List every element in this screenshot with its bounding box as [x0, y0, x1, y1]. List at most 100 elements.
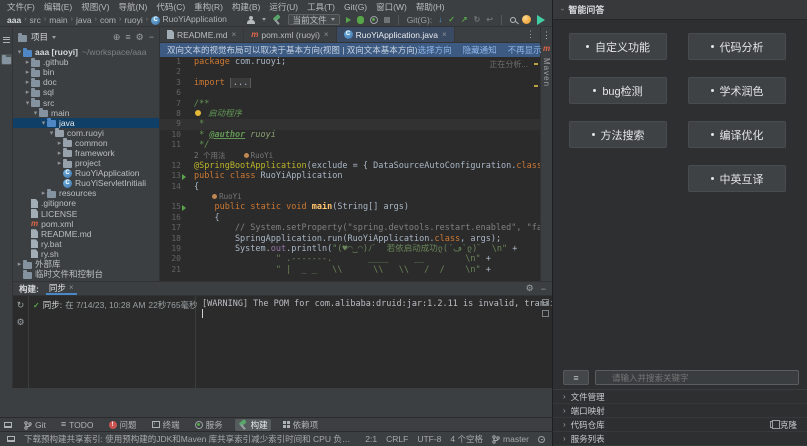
toolwindow-button-终端[interactable]: ›终端: [149, 419, 183, 431]
refresh-icon[interactable]: ↻: [17, 300, 25, 311]
tree-item[interactable]: ▸project: [13, 158, 159, 168]
run-button[interactable]: [346, 17, 351, 23]
settings-icon[interactable]: ⚙: [16, 317, 24, 328]
tree-item[interactable]: LICENSE: [13, 209, 159, 219]
tree-chevron-icon[interactable]: ▸: [56, 139, 63, 147]
run-gutter-icon[interactable]: [182, 174, 186, 180]
stop-button[interactable]: [384, 17, 390, 23]
assistant-button[interactable]: 编译优化: [688, 121, 786, 148]
assistant-button[interactable]: bug检测: [569, 77, 667, 104]
tree-item[interactable]: ▸doc: [13, 77, 159, 87]
breadcrumb-item[interactable]: main: [49, 15, 67, 25]
tree-item[interactable]: ▸sql: [13, 87, 159, 97]
build-status-row[interactable]: ✓ 同步: 在 7/14/23, 10:28 AM 22秒765毫秒: [33, 299, 191, 311]
tree-item[interactable]: ▾main: [13, 108, 159, 118]
coverage-button[interactable]: [370, 16, 378, 24]
tree-item[interactable]: ▾java: [13, 118, 159, 128]
menu-item[interactable]: 构建(B): [232, 1, 260, 13]
line-ending-widget[interactable]: CRLF: [386, 434, 408, 444]
tree-chevron-icon[interactable]: ▸: [24, 58, 31, 66]
encoding-widget[interactable]: UTF-8: [417, 434, 441, 444]
menu-item[interactable]: 工具(T): [307, 1, 335, 13]
tree-chevron-icon[interactable]: ▾: [40, 119, 47, 127]
close-icon[interactable]: ×: [324, 30, 329, 39]
assistant-button[interactable]: 代码分析: [688, 33, 786, 60]
tree-chevron-icon[interactable]: ▸: [56, 149, 63, 157]
tree-chevron-icon[interactable]: ▸: [40, 189, 47, 197]
assistant-section[interactable]: ›服务列表: [553, 432, 807, 446]
tree-item[interactable]: 临时文件和控制台: [13, 269, 159, 279]
tree-item[interactable]: ▸common: [13, 138, 159, 148]
tree-item[interactable]: ry.bat: [13, 239, 159, 249]
soft-wrap-icon[interactable]: [542, 299, 549, 306]
hide-toolwindow-icon[interactable]: −: [149, 32, 154, 42]
close-icon[interactable]: ×: [232, 30, 237, 39]
assistant-button[interactable]: 自定义功能: [569, 33, 667, 60]
assistant-section[interactable]: ›文件管理: [553, 390, 807, 404]
intention-bulb-icon[interactable]: [195, 110, 201, 116]
maven-icon[interactable]: m: [543, 45, 550, 53]
git-update-icon[interactable]: ↓: [438, 15, 442, 24]
tree-chevron-icon[interactable]: ▸: [24, 68, 31, 76]
toolwindow-button-问题[interactable]: !问题: [106, 419, 140, 431]
tree-item[interactable]: ▾aaa [ruoyi]~/workspace/aaa: [13, 47, 159, 57]
assistant-button[interactable]: 方法搜索: [569, 121, 667, 148]
git-commit-icon[interactable]: ✓: [448, 15, 455, 24]
toolwindow-button-git[interactable]: Git: [21, 419, 49, 431]
tree-chevron-icon[interactable]: ▾: [24, 99, 31, 107]
editor-tab[interactable]: mpom.xml (ruoyi)×: [244, 27, 336, 42]
tree-item[interactable]: ▸.github: [13, 57, 159, 67]
menu-item[interactable]: 视图(V): [81, 1, 109, 13]
assistant-button[interactable]: 中英互译: [688, 165, 786, 192]
breadcrumb-item[interactable]: aaa: [7, 15, 21, 25]
tree-chevron-icon[interactable]: ▾: [32, 109, 39, 117]
tree-chevron-icon[interactable]: ▸: [24, 88, 31, 96]
tree-item[interactable]: mpom.xml: [13, 219, 159, 229]
tree-item[interactable]: ▸resources: [13, 188, 159, 198]
menu-item[interactable]: 导航(N): [119, 1, 148, 13]
hamburger-menu-button[interactable]: ≡: [563, 370, 589, 385]
tree-chevron-icon[interactable]: ▾: [48, 129, 55, 137]
assistant-search-input[interactable]: [595, 370, 799, 385]
tree-chevron-icon[interactable]: ▸: [16, 260, 23, 268]
gear-icon[interactable]: ⚙: [136, 32, 144, 43]
build-sync-tab[interactable]: 同步×: [46, 282, 77, 295]
build-log-pane[interactable]: [WARNING] The POM for com.alibaba:druid:…: [196, 296, 552, 388]
close-icon[interactable]: ×: [442, 30, 447, 39]
kebab-menu-icon[interactable]: ⋮: [542, 31, 551, 40]
profile-icon[interactable]: [247, 16, 256, 24]
menu-item[interactable]: 编辑(E): [44, 1, 72, 13]
tree-item[interactable]: ry.sh: [13, 249, 159, 259]
run-gutter-icon[interactable]: [182, 205, 186, 211]
maven-toolwindow-button[interactable]: Maven: [542, 58, 551, 87]
git-push-icon[interactable]: ↗: [461, 15, 468, 24]
kebab-menu-icon[interactable]: ⋮: [521, 27, 540, 42]
status-message[interactable]: 下载预构建共享索引: 使用预构建的JDK和Maven 库共享索引减少索引时间和 …: [24, 433, 356, 445]
menu-item[interactable]: 运行(U): [269, 1, 298, 13]
debug-button[interactable]: [357, 16, 364, 24]
tree-item[interactable]: CRuoYiServletInitiali: [13, 178, 159, 188]
hide-toolwindow-icon[interactable]: −: [541, 284, 546, 294]
git-rollback-icon[interactable]: ↩: [486, 15, 493, 24]
git-history-icon[interactable]: ↻: [474, 15, 481, 24]
tree-chevron-icon[interactable]: ▾: [16, 48, 23, 56]
build-hammer-icon[interactable]: [272, 15, 282, 25]
collapse-all-icon[interactable]: ≡: [125, 32, 130, 42]
tree-chevron-icon[interactable]: ▸: [56, 159, 63, 167]
indent-widget[interactable]: 4 个空格: [450, 433, 483, 445]
menu-item[interactable]: Git(G): [344, 2, 367, 12]
structure-toolwindow-icon[interactable]: [1, 34, 12, 45]
tree-item[interactable]: .gitignore: [13, 198, 159, 208]
plugin-triangle-icon[interactable]: [537, 15, 545, 25]
scroll-to-end-icon[interactable]: [542, 310, 549, 317]
caret-position-widget[interactable]: 2:1: [365, 434, 377, 444]
editor-tab[interactable]: CRuoYiApplication.java×: [337, 27, 455, 42]
window-switcher-icon[interactable]: [4, 422, 12, 428]
locate-file-icon[interactable]: ⊕: [113, 32, 121, 43]
toolwindow-button-构建[interactable]: 构建: [235, 419, 271, 431]
assistant-header[interactable]: › 智能问答: [553, 0, 807, 20]
statusbar-window-icon[interactable]: [7, 436, 15, 442]
tree-item[interactable]: ▾com.ruoyi: [13, 128, 159, 138]
assistant-section[interactable]: ›端口映射: [553, 404, 807, 418]
run-configuration-select[interactable]: 当前文件: [288, 14, 340, 25]
